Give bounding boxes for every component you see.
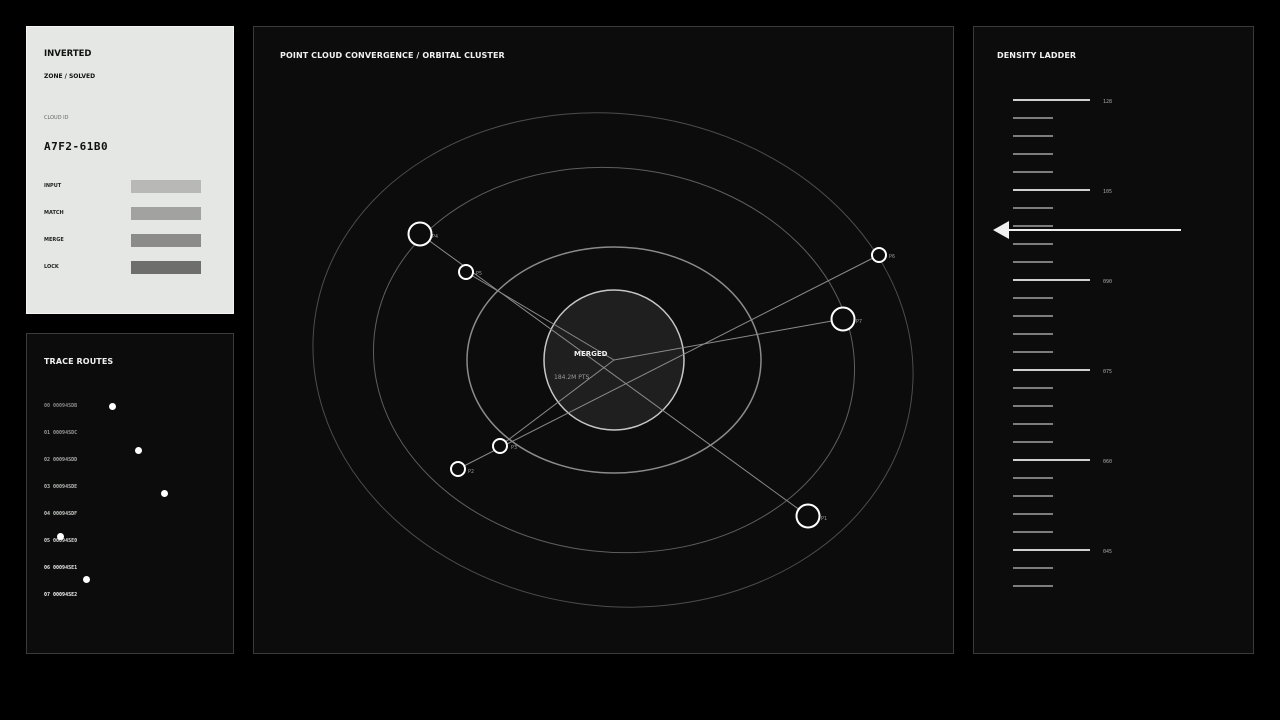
core-points: 184.2M PTS (554, 374, 590, 381)
ladder-major-tick (1013, 99, 1090, 101)
node-p5[interactable] (458, 264, 474, 280)
core-label: MERGED (574, 350, 608, 358)
ladder-minor-tick (1013, 171, 1053, 173)
ladder-major-tick (1013, 279, 1090, 281)
node-label-p1: P1 (821, 516, 827, 522)
ladder-major-tick (1013, 459, 1090, 461)
trace-marker (57, 533, 64, 540)
trace-route-item[interactable]: 00 00094SDB (44, 403, 77, 409)
ladder-minor-tick (1013, 567, 1053, 569)
ladder-minor-tick (1013, 225, 1053, 227)
trace-routes-panel: TRACE ROUTES 00 00094SDB 01 00094SDC 02 … (26, 333, 234, 654)
stage-label: INPUT (44, 183, 62, 189)
ladder-minor-tick (1013, 513, 1053, 515)
trace-route-item[interactable]: 04 00094SDF (44, 511, 77, 517)
orbital-cluster-panel: POINT CLOUD CONVERGENCE / ORBITAL CLUSTE… (253, 26, 954, 654)
cloud-id-caption: CLOUD ID (44, 115, 69, 121)
trace-route-item[interactable]: 07 00094SE2 (44, 592, 77, 598)
ladder-minor-tick (1013, 495, 1053, 497)
ladder-minor-tick (1013, 315, 1053, 317)
zone-label: ZONE / SOLVED (44, 73, 96, 80)
stage-label: MERGE (44, 237, 64, 243)
node-p4[interactable] (407, 221, 433, 247)
ladder-minor-tick (1013, 117, 1053, 119)
ladder-label: 128 (1103, 99, 1113, 105)
trace-marker (135, 447, 142, 454)
ladder-minor-tick (1013, 423, 1053, 425)
node-label-p2: P2 (468, 469, 474, 475)
trace-routes-title: TRACE ROUTES (44, 357, 114, 366)
stage-bar (131, 180, 201, 193)
stage-bar (131, 261, 201, 274)
panel-title: DENSITY LADDER (997, 51, 1077, 60)
ladder-minor-tick (1013, 297, 1053, 299)
stage-input: INPUT (44, 180, 219, 193)
node-p7[interactable] (830, 306, 856, 332)
node-p2[interactable] (450, 461, 466, 477)
node-p3[interactable] (492, 438, 508, 454)
stage-merge: MERGE (44, 234, 219, 247)
node-label-p5: P5 (476, 271, 482, 277)
node-label-p4: P4 (432, 234, 438, 240)
stage-label: MATCH (44, 210, 64, 216)
ladder-minor-tick (1013, 135, 1053, 137)
ladder-major-tick (1013, 369, 1090, 371)
ladder-minor-tick (1013, 153, 1053, 155)
cloud-id-value: A7F2-61B0 (44, 140, 109, 153)
arrow-left-icon[interactable] (993, 221, 1009, 239)
status-panel: INVERTED ZONE / SOLVED CLOUD ID A7F2-61B… (26, 26, 234, 314)
ladder-minor-tick (1013, 333, 1053, 335)
node-label-p7: P7 (856, 319, 862, 325)
node-p1[interactable] (795, 503, 821, 529)
stage-label: LOCK (44, 264, 59, 270)
trace-marker (109, 403, 116, 410)
ladder-minor-tick (1013, 387, 1053, 389)
stage-match: MATCH (44, 207, 219, 220)
ladder-minor-tick (1013, 261, 1053, 263)
density-ladder-panel: DENSITY LADDER (973, 26, 1254, 654)
ladder-label: 045 (1103, 549, 1113, 555)
trace-route-item[interactable]: 03 00094SDE (44, 484, 77, 490)
ladder-label: 105 (1103, 189, 1113, 195)
ladder-minor-tick (1013, 243, 1053, 245)
trace-route-item[interactable]: 06 00094SE1 (44, 565, 77, 571)
trace-route-item[interactable]: 02 00094SDD (44, 457, 77, 463)
stage-bar (131, 207, 201, 220)
ladder-label: 090 (1103, 279, 1113, 285)
stage-lock: LOCK (44, 261, 219, 274)
trace-marker (161, 490, 168, 497)
trace-route-item[interactable]: 01 00094SDC (44, 430, 77, 436)
mode-label: INVERTED (44, 49, 92, 59)
ladder-minor-tick (1013, 531, 1053, 533)
ladder-minor-tick (1013, 477, 1053, 479)
density-pointer-line[interactable] (1007, 229, 1181, 231)
orbital-diagram: P4 P5 P6 P7 P3 P2 P1 MERGED 184.2M PTS (312, 112, 914, 608)
ladder-minor-tick (1013, 405, 1053, 407)
node-label-p6: P6 (889, 254, 895, 260)
link-p2 (457, 254, 880, 470)
ladder-minor-tick (1013, 585, 1053, 587)
ladder-label: 075 (1103, 369, 1113, 375)
node-p6[interactable] (871, 247, 887, 263)
ladder-minor-tick (1013, 207, 1053, 209)
stage-bar (131, 234, 201, 247)
ladder-major-tick (1013, 549, 1090, 551)
ladder-minor-tick (1013, 441, 1053, 443)
ladder-major-tick (1013, 189, 1090, 191)
trace-marker (83, 576, 90, 583)
ladder-minor-tick (1013, 351, 1053, 353)
node-label-p3: P3 (511, 445, 517, 451)
ladder-label: 060 (1103, 459, 1113, 465)
